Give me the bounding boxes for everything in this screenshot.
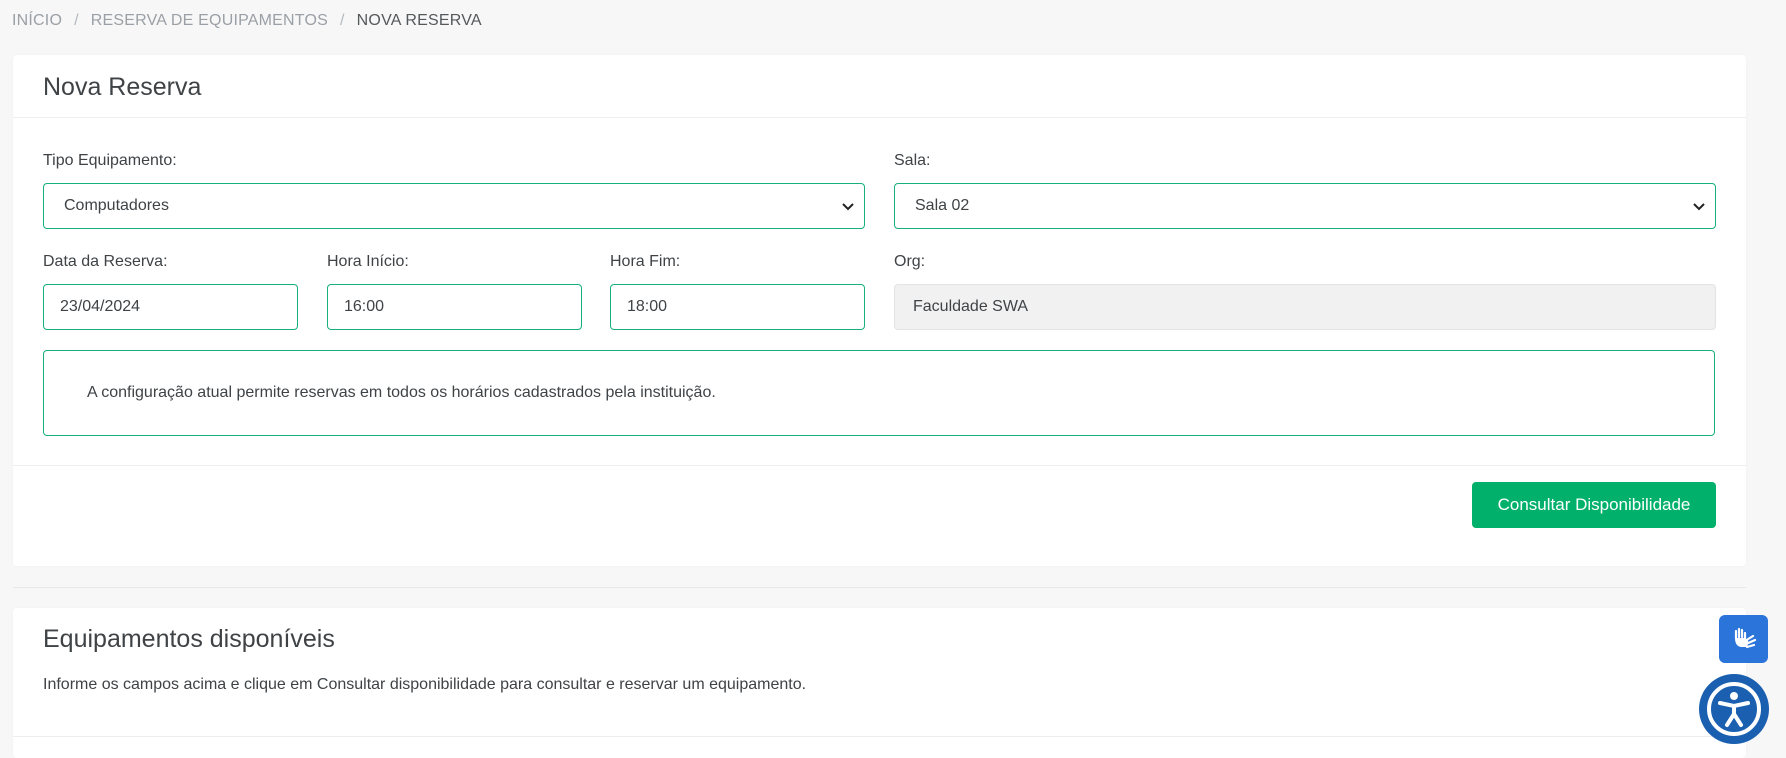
- equipamentos-description: Informe os campos acima e clique em Cons…: [43, 676, 807, 693]
- org-label: Org:: [894, 253, 926, 270]
- breadcrumb-separator: /: [340, 12, 345, 29]
- tipo-equipamento-select[interactable]: Computadores: [43, 183, 865, 229]
- sala-select[interactable]: Sala 02: [894, 183, 1716, 229]
- equipamentos-title: Equipamentos disponíveis: [43, 625, 335, 653]
- breadcrumb: INÍCIO / RESERVA DE EQUIPAMENTOS / NOVA …: [12, 12, 482, 30]
- tipo-equipamento-label: Tipo Equipamento:: [43, 152, 177, 169]
- hora-inicio-input[interactable]: 16:00: [327, 284, 582, 330]
- consultar-disponibilidade-button[interactable]: Consultar Disponibilidade: [1472, 482, 1716, 528]
- chevron-down-icon: [842, 203, 854, 211]
- hora-fim-input[interactable]: 18:00: [610, 284, 865, 330]
- hora-inicio-value: 16:00: [344, 298, 385, 315]
- breadcrumb-nova-reserva: NOVA RESERVA: [356, 12, 482, 29]
- card-header-divider: [13, 117, 1746, 118]
- card-footer-divider: [13, 465, 1746, 466]
- tipo-equipamento-value: Computadores: [64, 197, 169, 214]
- sala-value: Sala 02: [915, 197, 970, 214]
- equipamentos-disponiveis-card: Equipamentos disponíveis Informe os camp…: [13, 608, 1746, 758]
- breadcrumb-separator: /: [74, 12, 79, 29]
- org-field: Faculdade SWA: [894, 284, 1716, 330]
- info-message: A configuração atual permite reservas em…: [87, 384, 716, 401]
- info-message-box: A configuração atual permite reservas em…: [43, 350, 1715, 436]
- accessibility-person-icon: [1707, 682, 1761, 736]
- card-divider: [13, 736, 1746, 737]
- libras-button[interactable]: [1719, 615, 1768, 663]
- sala-label: Sala:: [894, 152, 931, 169]
- section-divider: [13, 587, 1746, 588]
- breadcrumb-inicio[interactable]: INÍCIO: [12, 12, 62, 30]
- data-reserva-input[interactable]: 23/04/2024: [43, 284, 298, 330]
- hora-fim-label: Hora Fim:: [610, 253, 681, 270]
- accessibility-button[interactable]: [1699, 674, 1769, 744]
- org-value: Faculdade SWA: [913, 298, 1029, 315]
- data-reserva-label: Data da Reserva:: [43, 253, 168, 270]
- chevron-down-icon: [1693, 203, 1705, 211]
- card-title: Nova Reserva: [43, 73, 202, 101]
- nova-reserva-card: Nova Reserva Tipo Equipamento: Computado…: [13, 55, 1746, 566]
- data-reserva-value: 23/04/2024: [60, 298, 141, 315]
- breadcrumb-reserva-equipamentos[interactable]: RESERVA DE EQUIPAMENTOS: [91, 12, 328, 30]
- hands-sign-language-icon: [1734, 627, 1756, 649]
- hora-fim-value: 18:00: [627, 298, 668, 315]
- hora-inicio-label: Hora Início:: [327, 253, 409, 270]
